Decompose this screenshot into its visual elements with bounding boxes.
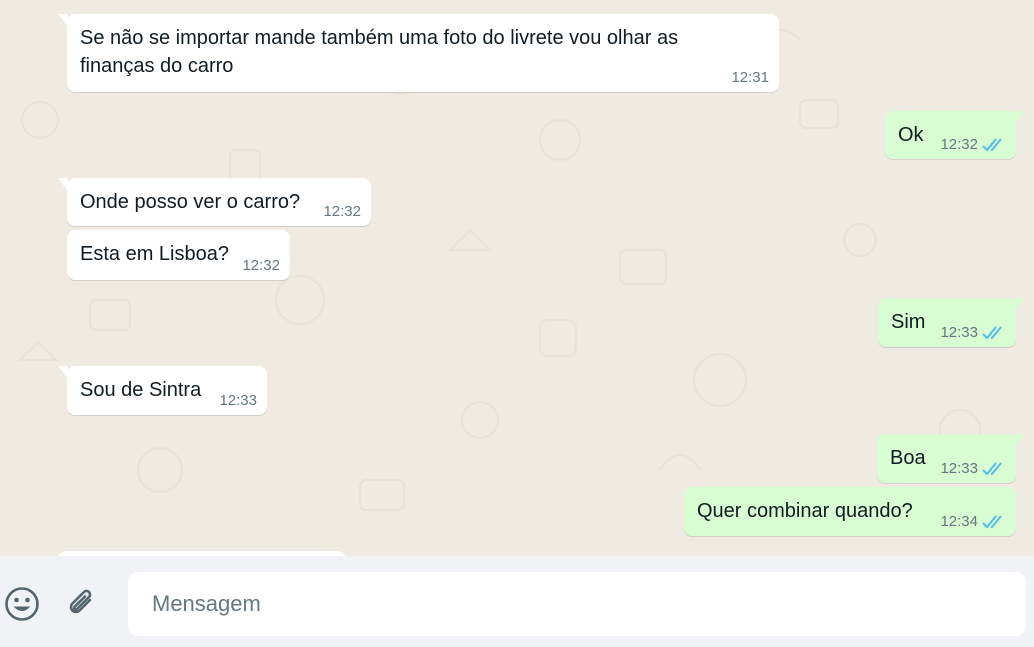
message-meta: 12:32 [940, 137, 1006, 153]
message-meta: 12:32 [242, 258, 280, 274]
message-time: 12:34 [940, 513, 978, 530]
message-meta: 12:33 [219, 393, 257, 409]
message-meta: 12:33 [940, 325, 1006, 341]
message-text: Esta em Lisboa? [80, 243, 229, 265]
message-time: 12:33 [940, 460, 978, 477]
message-text: Boa [890, 447, 926, 469]
paperclip-icon [69, 589, 92, 614]
message-time: 12:33 [219, 392, 257, 409]
message-time: 12:32 [242, 257, 280, 274]
message-time: 12:32 [940, 136, 978, 153]
message-meta: 12:31 [731, 70, 769, 86]
read-receipt-icon [982, 138, 1002, 152]
read-receipt-icon [982, 326, 1002, 340]
message-text: Ok [898, 124, 924, 146]
message-text: Sou de Sintra [80, 379, 202, 401]
message-bubble-incoming[interactable]: Esta em Lisboa? 12:32 [67, 230, 290, 280]
message-time: 12:31 [731, 69, 769, 86]
chat-panel: Se não se importar mande também uma foto… [0, 0, 1034, 556]
attach-button[interactable] [62, 584, 102, 624]
message-time: 12:33 [940, 324, 978, 341]
message-bubble-outgoing[interactable]: Boa 12:33 [877, 434, 1025, 483]
message-meta: 12:33 [940, 461, 1006, 477]
emoji-smiley-icon [5, 587, 39, 621]
message-bubble-incoming[interactable]: Onde posso ver o carro? 12:32 [58, 178, 371, 226]
message-text: Quer combinar quando? [697, 500, 913, 522]
message-bubble-outgoing[interactable]: Sim 12:33 [878, 298, 1025, 347]
message-text: Onde posso ver o carro? [80, 191, 301, 213]
message-meta: 12:34 [940, 514, 1006, 530]
message-bubble-outgoing[interactable]: Quer combinar quando? 12:34 [684, 487, 1016, 536]
message-input[interactable] [128, 572, 1026, 636]
message-bubble-incoming[interactable]: Se não se importar mande também uma foto… [58, 14, 779, 92]
message-bubble-incoming[interactable]: Sou de Sintra 12:33 [58, 366, 267, 415]
message-composer [0, 556, 1034, 647]
read-receipt-icon [982, 515, 1002, 529]
emoji-button[interactable] [2, 584, 42, 624]
read-receipt-icon [982, 462, 1002, 476]
message-meta: 12:32 [323, 204, 361, 220]
message-text: Sim [891, 311, 926, 333]
message-bubble-outgoing[interactable]: Ok 12:32 [885, 111, 1025, 159]
message-text: Se não se importar mande também uma foto… [80, 27, 679, 77]
message-time: 12:32 [323, 203, 361, 220]
